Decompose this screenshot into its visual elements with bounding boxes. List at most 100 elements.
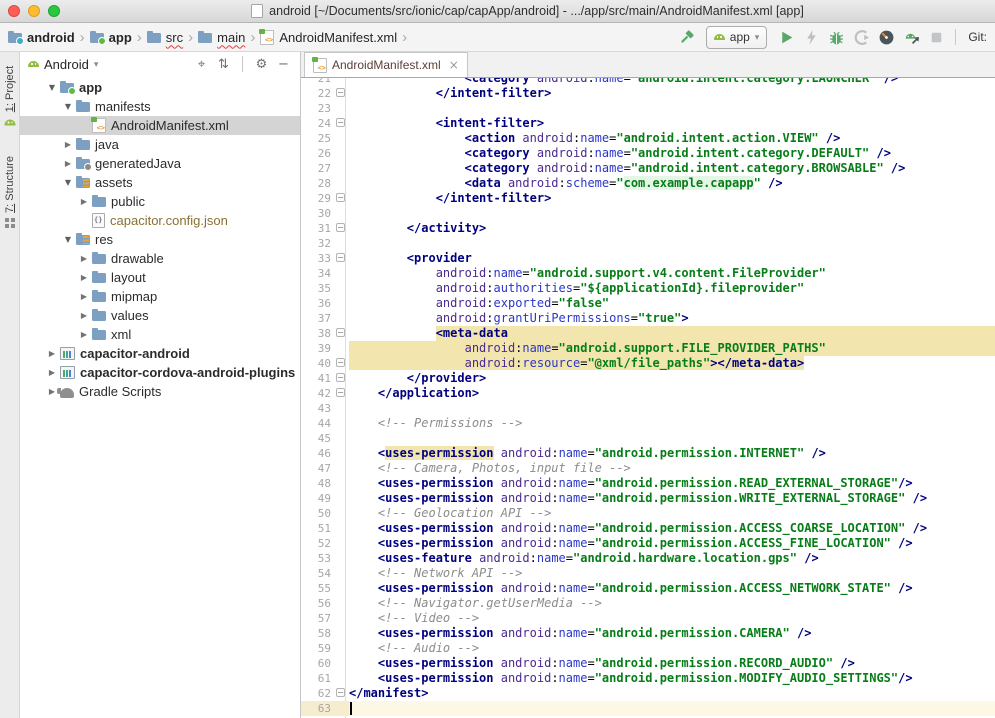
project-tool-button[interactable]: 1: Project <box>1 61 19 133</box>
code-line-22[interactable]: 22 − </intent-filter> <box>301 86 995 101</box>
code-text[interactable]: <uses-permission android:name="android.p… <box>349 476 995 491</box>
code-text[interactable]: <uses-permission android:name="android.p… <box>349 656 995 671</box>
code-text[interactable]: <uses-permission android:name="android.p… <box>349 671 995 686</box>
fold-gutter[interactable] <box>335 476 349 491</box>
fold-gutter[interactable] <box>335 131 349 146</box>
build-hammer-button[interactable] <box>676 26 698 48</box>
fold-gutter[interactable] <box>335 491 349 506</box>
fold-gutter[interactable] <box>335 266 349 281</box>
fold-marker[interactable]: − <box>336 388 345 397</box>
apply-changes-button[interactable] <box>800 26 822 48</box>
fold-gutter[interactable]: − <box>335 386 349 401</box>
code-line-45[interactable]: 45 <box>301 431 995 446</box>
fold-gutter[interactable] <box>335 236 349 251</box>
fold-marker[interactable]: − <box>336 88 345 97</box>
code-line-38[interactable]: 38 − <meta-data <box>301 326 995 341</box>
code-text[interactable]: <!-- Geolocation API --> <box>349 506 995 521</box>
code-text[interactable]: </activity> <box>349 221 995 236</box>
fold-gutter[interactable] <box>335 536 349 551</box>
code-line-34[interactable]: 34 android:name="android.support.v4.cont… <box>301 266 995 281</box>
code-line-32[interactable]: 32 <box>301 236 995 251</box>
code-viewport[interactable]: 21 <category android:name="android.inten… <box>301 78 995 718</box>
fold-gutter[interactable]: − <box>335 191 349 206</box>
tree-item-generatedjava[interactable]: ▶ generatedJava <box>20 154 300 173</box>
code-line-33[interactable]: 33 − <provider <box>301 251 995 266</box>
code-text[interactable]: <action android:name="android.intent.act… <box>349 131 995 146</box>
breadcrumb-app[interactable]: app <box>90 30 132 45</box>
code-line-36[interactable]: 36 android:exported="false" <box>301 296 995 311</box>
code-line-39[interactable]: 39 android:name="android.support.FILE_PR… <box>301 341 995 356</box>
code-text[interactable] <box>349 236 995 251</box>
code-text[interactable]: </provider> <box>349 371 995 386</box>
breadcrumb-androidmanifest.xml[interactable]: AndroidManifest.xml <box>260 30 397 45</box>
tree-item-public[interactable]: ▶ public <box>20 192 300 211</box>
fold-gutter[interactable] <box>335 281 349 296</box>
code-line-47[interactable]: 47 <!-- Camera, Photos, input file --> <box>301 461 995 476</box>
code-text[interactable]: android:resource="@xml/file_paths"></met… <box>349 356 995 371</box>
code-text[interactable]: </intent-filter> <box>349 191 995 206</box>
code-line-46[interactable]: 46 <uses-permission android:name="androi… <box>301 446 995 461</box>
code-line-26[interactable]: 26 <category android:name="android.inten… <box>301 146 995 161</box>
code-line-50[interactable]: 50 <!-- Geolocation API --> <box>301 506 995 521</box>
tree-expand-arrow[interactable]: ▶ <box>76 273 92 282</box>
code-text[interactable]: <uses-permission android:name="android.p… <box>349 536 995 551</box>
tree-item-assets[interactable]: ▼ assets <box>20 173 300 192</box>
code-text[interactable] <box>349 206 995 221</box>
fold-gutter[interactable] <box>335 431 349 446</box>
fold-marker[interactable]: − <box>336 193 345 202</box>
breadcrumb-android[interactable]: android <box>8 30 75 45</box>
code-line-54[interactable]: 54 <!-- Network API --> <box>301 566 995 581</box>
fold-gutter[interactable] <box>335 521 349 536</box>
code-line-49[interactable]: 49 <uses-permission android:name="androi… <box>301 491 995 506</box>
code-text[interactable]: <uses-permission android:name="android.p… <box>349 491 995 506</box>
code-line-61[interactable]: 61 <uses-permission android:name="androi… <box>301 671 995 686</box>
fold-gutter[interactable] <box>335 626 349 641</box>
stop-button[interactable] <box>925 26 947 48</box>
fold-gutter[interactable] <box>335 596 349 611</box>
fold-gutter[interactable] <box>335 446 349 461</box>
code-text[interactable]: android:name="android.support.v4.content… <box>349 266 995 281</box>
tree-expand-arrow[interactable]: ▼ <box>60 235 76 244</box>
code-line-23[interactable]: 23 <box>301 101 995 116</box>
code-line-59[interactable]: 59 <!-- Audio --> <box>301 641 995 656</box>
fold-gutter[interactable] <box>335 671 349 686</box>
code-text[interactable]: <provider <box>349 251 995 266</box>
fold-gutter[interactable] <box>335 701 349 716</box>
fold-gutter[interactable]: − <box>335 326 349 341</box>
minimize-window-button[interactable] <box>28 5 40 17</box>
fold-gutter[interactable] <box>335 401 349 416</box>
code-text[interactable]: <category android:name="android.intent.c… <box>349 161 995 176</box>
tree-expand-arrow[interactable]: ▶ <box>76 311 92 320</box>
code-line-51[interactable]: 51 <uses-permission android:name="androi… <box>301 521 995 536</box>
tree-expand-arrow[interactable]: ▶ <box>76 292 92 301</box>
code-line-29[interactable]: 29 − </intent-filter> <box>301 191 995 206</box>
code-line-53[interactable]: 53 <uses-feature android:name="android.h… <box>301 551 995 566</box>
fold-gutter[interactable]: − <box>335 86 349 101</box>
code-text[interactable]: android:name="android.support.FILE_PROVI… <box>349 341 995 356</box>
fold-marker[interactable]: − <box>336 223 345 232</box>
code-line-41[interactable]: 41 − </provider> <box>301 371 995 386</box>
code-line-42[interactable]: 42 − </application> <box>301 386 995 401</box>
code-text[interactable] <box>349 101 995 116</box>
git-label[interactable]: Git: <box>968 30 987 44</box>
tree-expand-arrow[interactable]: ▶ <box>60 140 76 149</box>
fold-gutter[interactable] <box>335 176 349 191</box>
chevron-down-icon[interactable]: ▾ <box>94 59 99 70</box>
code-line-58[interactable]: 58 <uses-permission android:name="androi… <box>301 626 995 641</box>
run-config-select[interactable]: app ▾ <box>706 26 768 49</box>
fold-gutter[interactable] <box>335 611 349 626</box>
fold-gutter[interactable] <box>335 161 349 176</box>
zoom-window-button[interactable] <box>48 5 60 17</box>
tree-item-values[interactable]: ▶ values <box>20 306 300 325</box>
code-text[interactable]: <!-- Network API --> <box>349 566 995 581</box>
settings-gear-icon[interactable]: ⚙ <box>253 57 270 72</box>
tree-item-layout[interactable]: ▶ layout <box>20 268 300 287</box>
code-text[interactable]: <uses-permission android:name="android.p… <box>349 521 995 536</box>
close-window-button[interactable] <box>8 5 20 17</box>
code-text[interactable]: <category android:name="android.intent.c… <box>349 146 995 161</box>
tree-item-capacitor-config-json[interactable]: capacitor.config.json <box>20 211 300 230</box>
code-line-56[interactable]: 56 <!-- Navigator.getUserMedia --> <box>301 596 995 611</box>
code-text[interactable]: <intent-filter> <box>349 116 995 131</box>
apply-changes-and-restart-button[interactable] <box>900 26 922 48</box>
fold-gutter[interactable]: − <box>335 371 349 386</box>
